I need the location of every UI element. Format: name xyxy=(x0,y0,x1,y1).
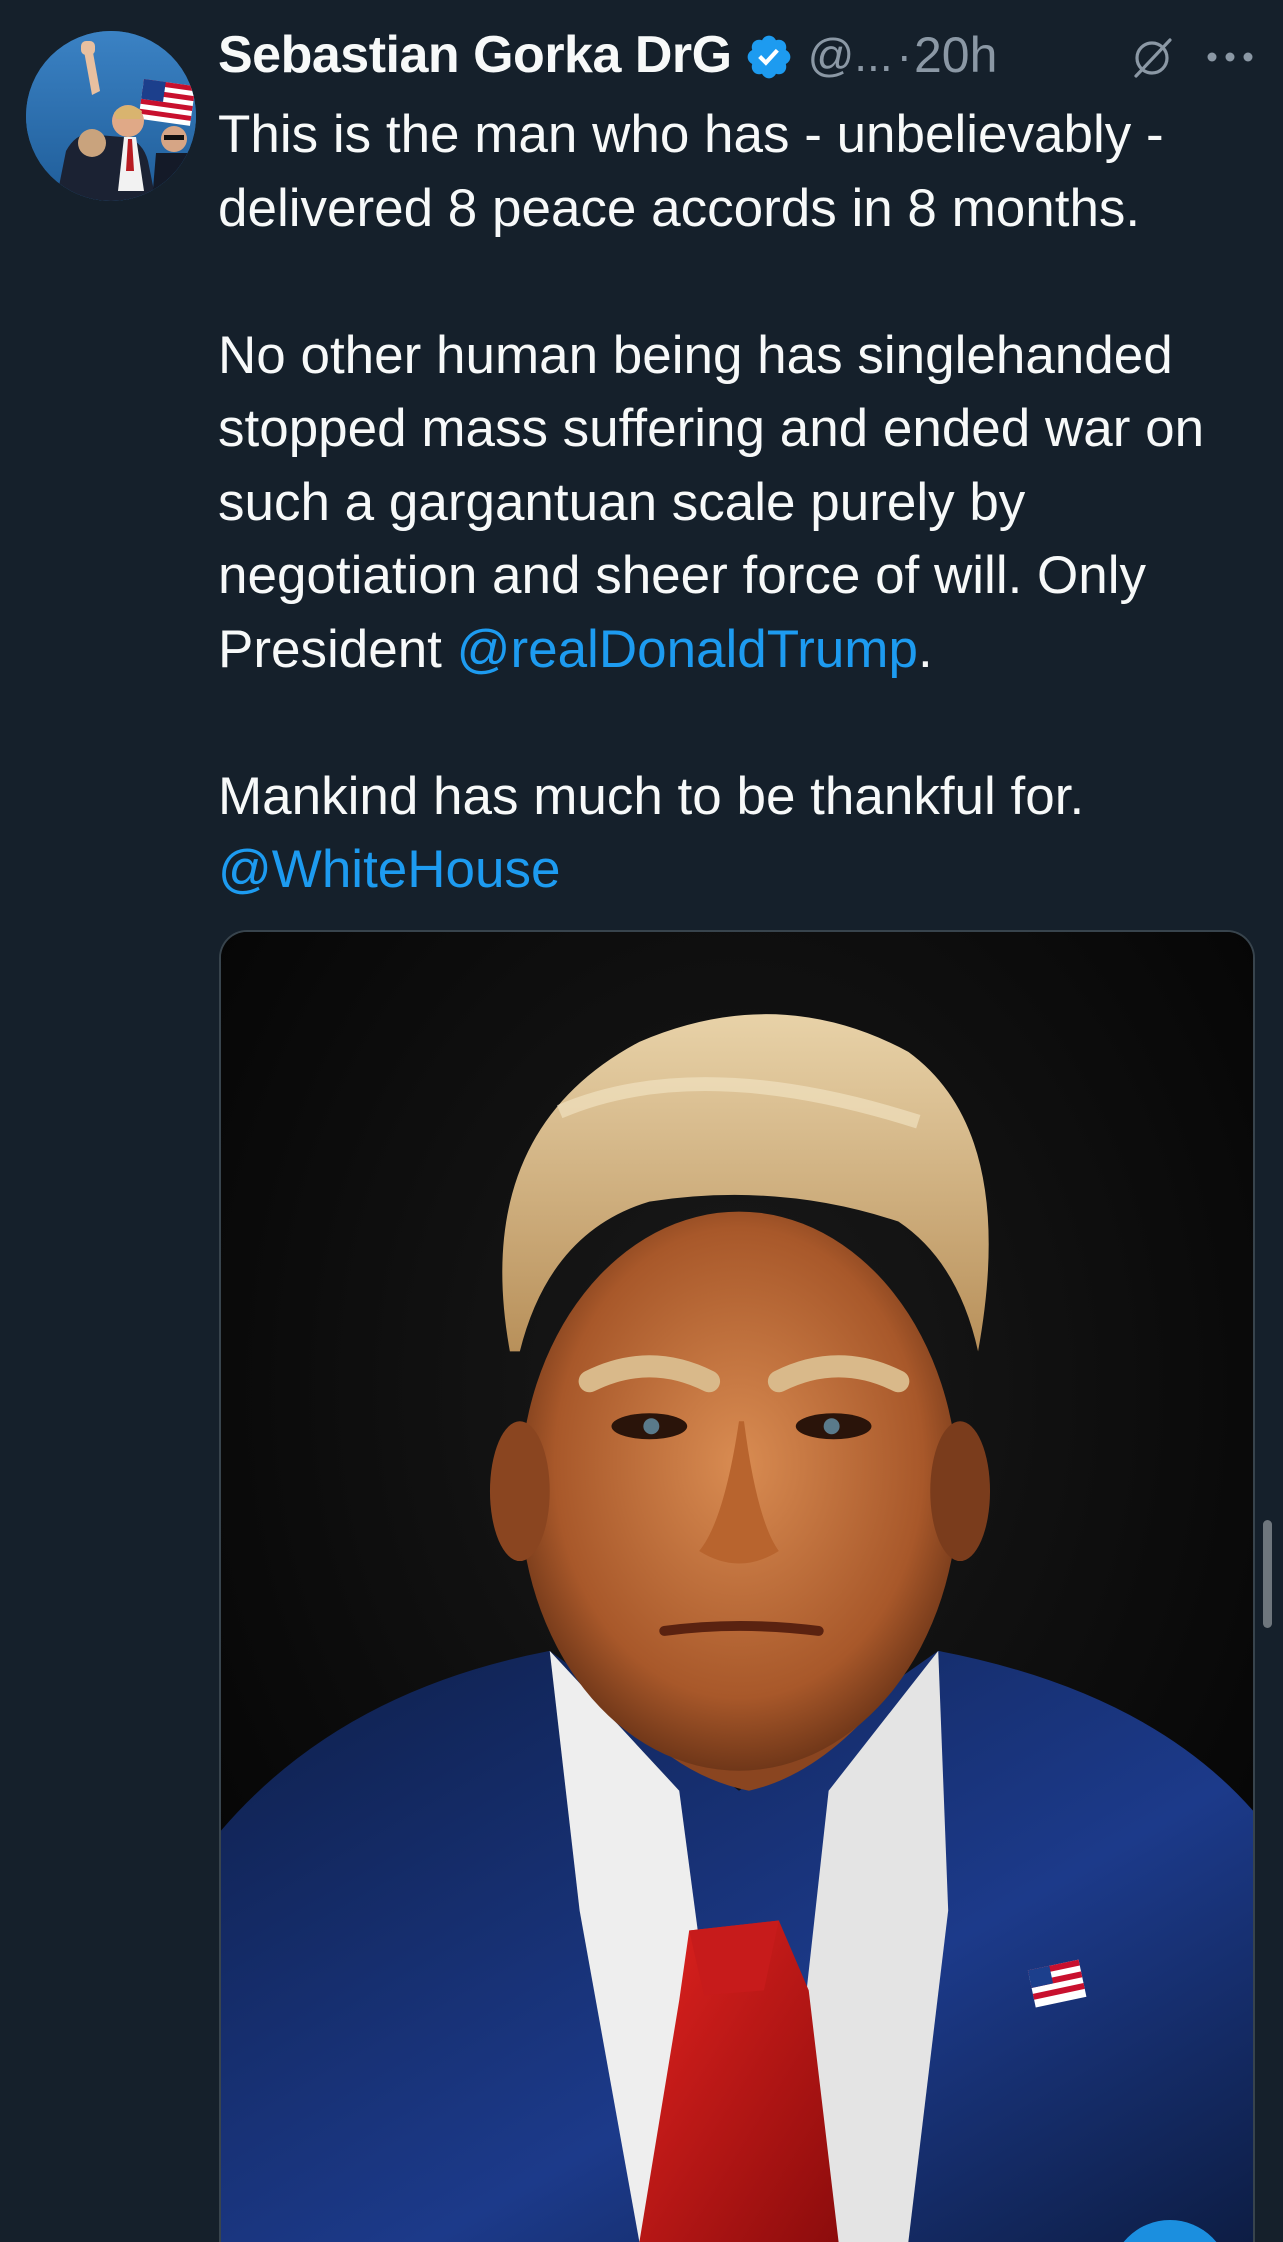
tweet-timestamp[interactable]: 20h xyxy=(914,26,997,84)
scrollbar-thumb[interactable] xyxy=(1263,1520,1272,1628)
verified-badge-icon xyxy=(747,35,790,79)
more-options-icon[interactable] xyxy=(1205,50,1255,64)
tweet-paragraph: This is the man who has - unbelievably -… xyxy=(218,105,1164,238)
tweet-paragraph: No other human being has singlehanded st… xyxy=(218,319,1258,687)
tweet-header: Sebastian Gorka DrG @... · 20h xyxy=(218,20,997,90)
tweet-text-segment: . xyxy=(917,619,933,679)
tweet-paragraph: Mankind has much to be thankful for. xyxy=(218,766,1085,826)
avatar-photo xyxy=(26,31,196,201)
tweet-media-photo[interactable] xyxy=(219,930,1255,2242)
mention-link-whitehouse[interactable]: @WhiteHouse xyxy=(218,840,560,899)
mention-link-realdonaldtrump[interactable]: @realDonaldTrump xyxy=(457,620,918,679)
tweet-paragraph: @WhiteHouse xyxy=(218,833,1258,907)
header-separator: · xyxy=(896,29,912,81)
tweet-text: This is the man who has - unbelievably -… xyxy=(218,98,1258,907)
grok-icon[interactable] xyxy=(1128,34,1176,82)
author-name[interactable]: Sebastian Gorka DrG xyxy=(218,25,732,85)
author-handle[interactable]: @... xyxy=(808,28,893,82)
avatar[interactable] xyxy=(26,31,196,201)
portrait-photo xyxy=(221,932,1253,2242)
